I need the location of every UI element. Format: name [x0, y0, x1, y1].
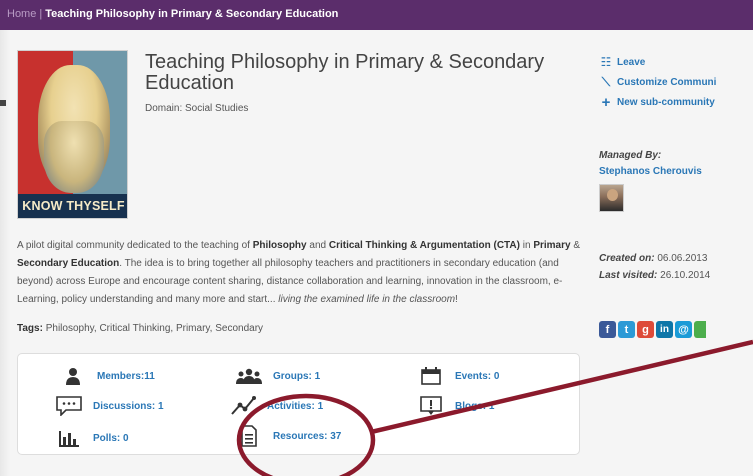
calendar-icon — [418, 366, 444, 386]
last-visited: Last visited: 26.10.2014 — [599, 270, 710, 281]
community-tags: Tags: Philosophy, Critical Thinking, Pri… — [17, 323, 263, 334]
manager-name-link[interactable]: Stephanos Cherouvis — [599, 166, 702, 177]
stat-groups[interactable]: Groups: 1 — [236, 366, 320, 386]
managed-by-label: Managed By: — [599, 150, 662, 161]
avatar-head — [607, 189, 618, 201]
desc-text: & — [570, 240, 581, 251]
share-more-icon[interactable] — [694, 321, 706, 338]
visited-value: 26.10.2014 — [660, 270, 711, 281]
poster-caption: KNOW THYSELF — [18, 194, 127, 218]
linkedin-icon[interactable]: in — [656, 321, 673, 338]
stat-blogs-label[interactable]: Blogs: 1 — [455, 401, 494, 412]
new-sub-community-button[interactable]: + New sub-community — [599, 92, 753, 112]
stat-resources-label[interactable]: Resources: 37 — [273, 431, 341, 442]
page-title: Teaching Philosophy in Primary & Seconda… — [145, 51, 545, 94]
twitter-icon[interactable]: t — [618, 321, 635, 338]
stat-resources[interactable]: Resources: 37 — [236, 425, 341, 447]
document-icon — [236, 425, 262, 447]
share-buttons: f t g in @ — [599, 321, 706, 338]
breadcrumb-home-link[interactable]: Home — [7, 8, 36, 20]
customize-label[interactable]: Customize Communi — [617, 77, 716, 88]
stat-events-label[interactable]: Events: 0 — [455, 371, 499, 382]
tags-label: Tags: — [17, 323, 43, 334]
desc-text: and — [306, 240, 329, 251]
stat-groups-label[interactable]: Groups: 1 — [273, 371, 320, 382]
desc-text: A pilot digital community dedicated to t… — [17, 240, 253, 251]
desc-text: in — [519, 240, 534, 251]
breadcrumb-separator: | — [39, 8, 43, 20]
facebook-icon[interactable]: f — [599, 321, 616, 338]
stat-members[interactable]: Members:11 — [60, 366, 155, 386]
community-poster-image: KNOW THYSELF — [17, 50, 128, 219]
poster-beard — [44, 121, 104, 193]
community-stats-panel: Members:11 Groups: 1 Events: 0 Discussio… — [17, 353, 580, 455]
desc-bold: Critical Thinking & Argumentation (CTA) — [328, 240, 520, 251]
stat-discussions[interactable]: Discussions: 1 — [56, 396, 164, 416]
breadcrumb-current: Teaching Philosophy in Primary & Seconda… — [45, 8, 339, 20]
stat-polls-label[interactable]: Polls: 0 — [93, 433, 129, 444]
member-icon — [60, 366, 86, 386]
stat-activities[interactable]: Activities: 1 — [230, 396, 323, 416]
community-actions: ☷ Leave ⟍ Customize Communi + New sub-commu… — [599, 52, 753, 112]
stat-members-label[interactable]: Members:11 — [97, 371, 155, 382]
leave-label[interactable]: Leave — [617, 57, 645, 68]
group-icon — [236, 366, 262, 386]
stat-polls[interactable]: Polls: 0 — [56, 428, 129, 448]
activities-icon — [230, 396, 256, 416]
page-left-edge — [0, 30, 10, 476]
poll-icon — [56, 428, 82, 448]
blog-icon — [418, 396, 444, 416]
desc-italic: living the examined life in the classroo… — [278, 294, 456, 305]
wrench-icon: ⟍ — [601, 74, 611, 89]
avatar[interactable] — [599, 184, 624, 212]
community-domain: Domain: Social Studies — [145, 103, 249, 114]
new-sub-label[interactable]: New sub-community — [617, 97, 715, 108]
stat-discussions-label[interactable]: Discussions: 1 — [93, 401, 164, 412]
stat-activities-label[interactable]: Activities: 1 — [267, 401, 323, 412]
created-label: Created on: — [599, 253, 655, 264]
tags-list: Philosophy, Critical Thinking, Primary, … — [45, 323, 264, 334]
stat-blogs[interactable]: Blogs: 1 — [418, 396, 494, 416]
community-description: A pilot digital community dedicated to t… — [17, 237, 590, 309]
desc-bold: Secondary Education — [17, 258, 120, 269]
created-on: Created on: 06.06.2013 — [599, 253, 707, 264]
desc-bold: Primary — [533, 240, 571, 251]
leave-button[interactable]: ☷ Leave — [599, 52, 753, 72]
created-value: 06.06.2013 — [657, 253, 708, 264]
google-plus-icon[interactable]: g — [637, 321, 654, 338]
hierarchy-icon: ☷ — [600, 55, 612, 69]
plus-icon: + — [601, 93, 611, 111]
customize-community-button[interactable]: ⟍ Customize Communi — [599, 72, 753, 92]
email-icon[interactable]: @ — [675, 321, 692, 338]
desc-text: ! — [455, 294, 458, 305]
breadcrumb: Home | Teaching Philosophy in Primary & Se… — [0, 0, 753, 30]
desc-bold: Philosophy — [252, 240, 307, 251]
side-marker — [0, 100, 6, 106]
stat-events[interactable]: Events: 0 — [418, 366, 499, 386]
discussion-icon — [56, 396, 82, 416]
visited-label: Last visited: — [599, 270, 658, 281]
